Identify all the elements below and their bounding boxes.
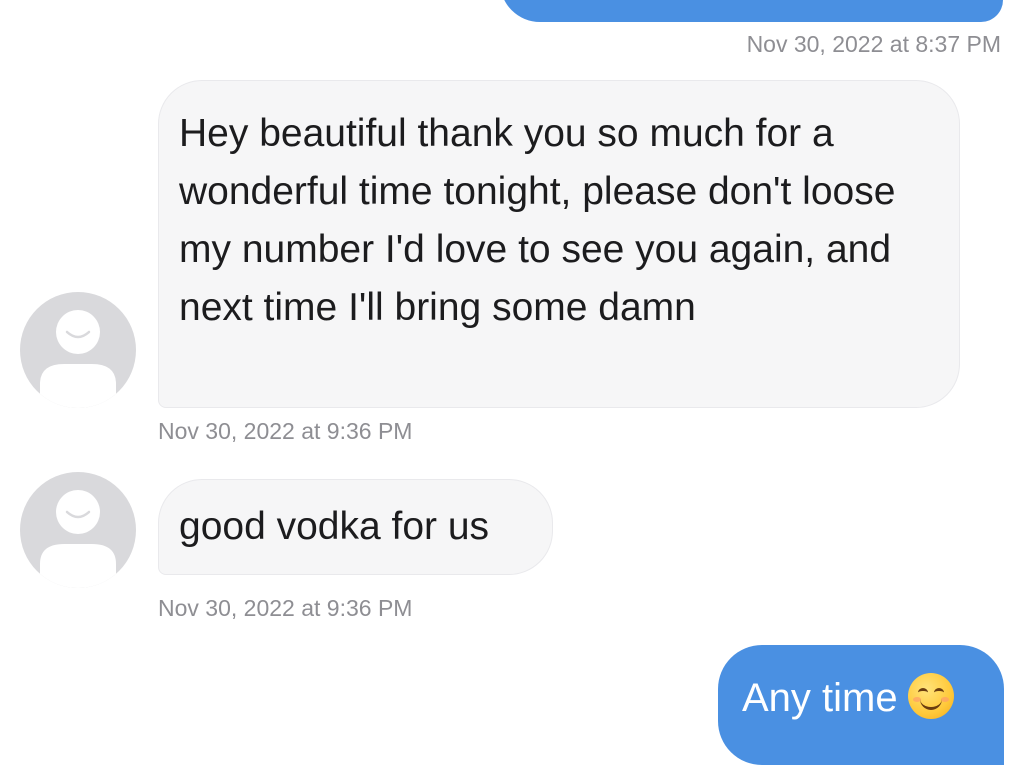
contact-avatar[interactable] — [20, 292, 136, 408]
message-timestamp: Nov 30, 2022 at 9:36 PM — [158, 595, 413, 621]
default-avatar-icon — [40, 490, 116, 588]
message-text: good vodka for us — [179, 505, 490, 548]
smiling-face-icon — [907, 673, 954, 719]
incoming-message-bubble[interactable]: good vodka for us — [158, 479, 553, 575]
message-text: Hey beautiful thank you so much for a wo… — [179, 112, 896, 329]
message-timestamp: Nov 30, 2022 at 9:36 PM — [158, 418, 413, 444]
outgoing-message-bubble-partial[interactable] — [500, 0, 1003, 22]
message-timestamp: Nov 30, 2022 at 8:37 PM — [746, 31, 1001, 57]
message-text: Any time — [742, 676, 898, 720]
contact-avatar[interactable] — [20, 472, 136, 588]
incoming-message-bubble[interactable]: Hey beautiful thank you so much for a wo… — [158, 80, 960, 408]
outgoing-message-bubble[interactable]: Any time — [718, 645, 1004, 765]
message-text-wrapper: Any time — [742, 673, 954, 720]
default-avatar-icon — [40, 310, 116, 408]
